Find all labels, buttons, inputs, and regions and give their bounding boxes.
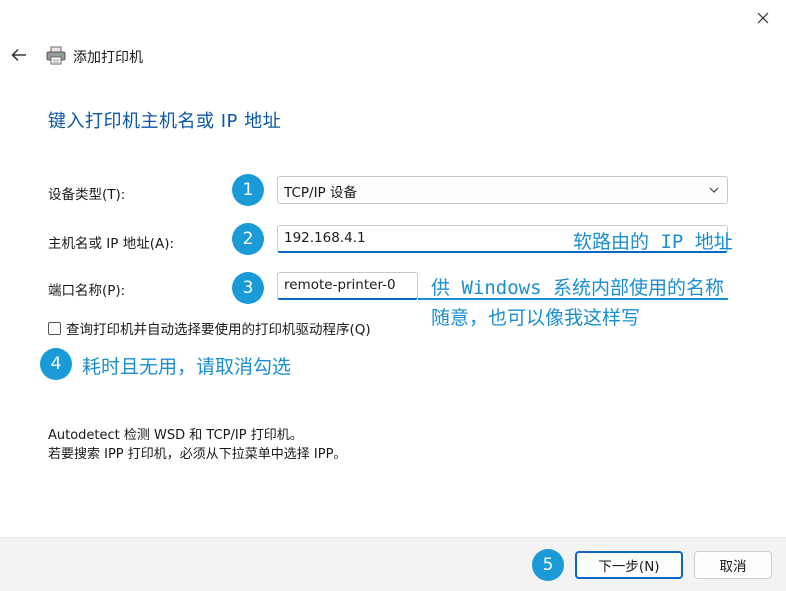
hostname-label: 主机名或 IP 地址(A): [48, 236, 175, 252]
add-printer-dialog: 添加打印机 键入打印机主机名或 IP 地址 设备类型(T): 1 TCP/IP … [0, 0, 786, 591]
annotation-badge-3: 3 [232, 272, 264, 304]
device-type-label: 设备类型(T): [48, 187, 126, 203]
back-button[interactable] [6, 42, 32, 68]
next-button[interactable]: 下一步(N) [575, 551, 683, 579]
printer-icon [46, 46, 66, 65]
annotation-note-2: 软路由的 IP 地址 [573, 231, 733, 253]
port-name-value: remote-printer-0 [284, 277, 396, 293]
hostname-value: 192.168.4.1 [284, 230, 366, 246]
window-title: 添加打印机 [73, 50, 143, 66]
device-type-select[interactable]: TCP/IP 设备 [277, 176, 728, 204]
auto-driver-checkbox-row[interactable]: 查询打印机并自动选择要使用的打印机驱动程序(Q) [48, 318, 371, 338]
annotation-note-3-line2: 随意，也可以像我这样写 [431, 307, 641, 329]
annotation-note-3-line1: 供 Windows 系统内部使用的名称 [431, 277, 724, 299]
cancel-button[interactable]: 取消 [694, 551, 772, 579]
port-name-label: 端口名称(P): [48, 283, 126, 299]
back-arrow-icon [11, 48, 26, 62]
annotation-badge-1: 1 [232, 174, 264, 206]
page-title: 键入打印机主机名或 IP 地址 [48, 111, 282, 132]
annotation-note-4: 耗时且无用，请取消勾选 [82, 356, 292, 378]
dialog-header: 添加打印机 [0, 38, 786, 74]
port-name-input[interactable]: remote-printer-0 [277, 272, 418, 300]
annotation-underline [418, 298, 728, 300]
annotation-badge-2: 2 [232, 223, 264, 255]
description-line-1: Autodetect 检测 WSD 和 TCP/IP 打印机。 [48, 428, 303, 443]
dialog-footer: 5 下一步(N) 取消 [0, 537, 786, 591]
annotation-badge-5: 5 [532, 549, 564, 581]
device-type-value: TCP/IP 设备 [284, 185, 357, 201]
chevron-down-icon [709, 187, 719, 193]
close-button[interactable] [740, 0, 786, 36]
description-line-2: 若要搜索 IPP 打印机，必须从下拉菜单中选择 IPP。 [48, 447, 347, 462]
close-icon [757, 12, 769, 24]
auto-driver-checkbox-label: 查询打印机并自动选择要使用的打印机驱动程序(Q) [66, 322, 371, 338]
annotation-badge-4: 4 [40, 348, 72, 380]
auto-driver-checkbox[interactable] [48, 321, 61, 335]
